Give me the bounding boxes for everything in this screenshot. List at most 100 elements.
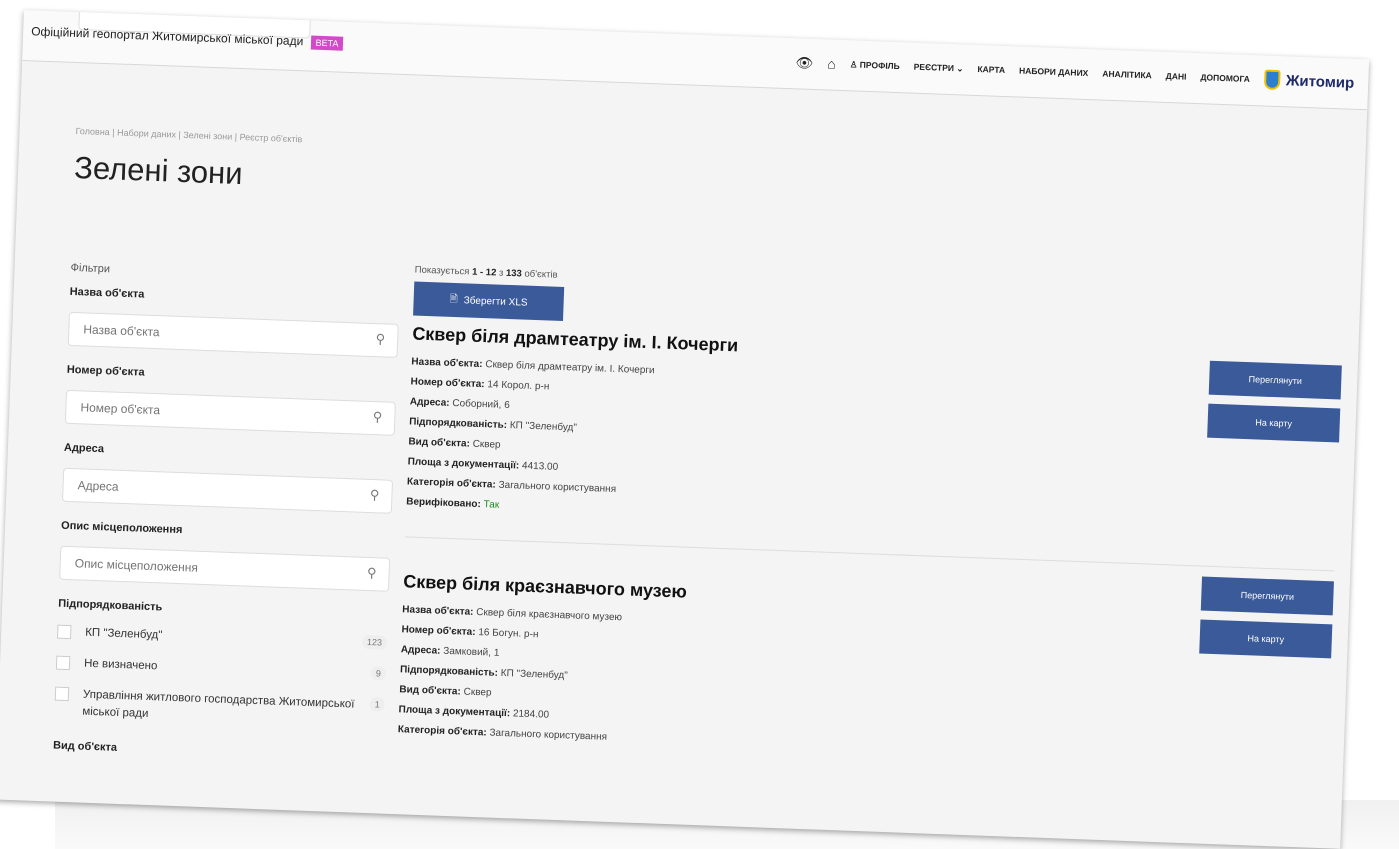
result-item: Сквер біля драмтеатру ім. І. Кочерги Пер… bbox=[405, 323, 1342, 568]
field-value: Сквер біля драмтеатру ім. І. Кочерги bbox=[485, 359, 655, 377]
showing-suffix: об'єктів bbox=[524, 268, 558, 281]
filter-address-label: Адреса bbox=[63, 441, 105, 456]
field-value: 4413.00 bbox=[521, 460, 559, 473]
nav-profile-label: ПРОФІЛЬ bbox=[859, 59, 900, 71]
filter-name-input[interactable] bbox=[68, 312, 346, 355]
browser-page: Офіційний геопортал Житомирської міської… bbox=[0, 10, 1370, 849]
showing-of: з bbox=[498, 267, 504, 279]
field-value: КП "Зеленбуд" bbox=[509, 420, 578, 434]
field-key: Підпорядкованість: bbox=[399, 664, 499, 679]
nav-data[interactable]: ДАНІ bbox=[1166, 71, 1187, 82]
file-icon: 🗎 bbox=[449, 293, 458, 305]
page-title: Зелені зони bbox=[73, 149, 244, 192]
field-value: 16 Богун. р-н bbox=[478, 627, 539, 641]
city-logo[interactable]: Житомир bbox=[1263, 69, 1355, 92]
filters-panel: Фільтри Назва об'єкта ⚲ Номер об'єкта ⚲ … bbox=[52, 262, 400, 778]
field-key: Вид об'єкта: bbox=[408, 436, 471, 450]
subordination-option[interactable]: Управління житлового господарства Житоми… bbox=[54, 686, 386, 732]
nav-profile[interactable]: ♙ ПРОФІЛЬ bbox=[850, 59, 900, 72]
option-count: 123 bbox=[361, 634, 388, 650]
user-icon: ♙ bbox=[849, 58, 858, 70]
field-value: КП "Зеленбуд" bbox=[500, 667, 568, 682]
breadcrumb[interactable]: Головна | Набори даних | Зелені зони | Р… bbox=[75, 126, 302, 144]
show-on-map-button[interactable]: На карту bbox=[1199, 619, 1333, 659]
verified-value: Так bbox=[483, 499, 500, 511]
field-value: Загального користування bbox=[489, 727, 608, 743]
search-icon[interactable]: ⚲ bbox=[370, 487, 380, 503]
field-value: Сквер біля краєзнавчого музею bbox=[476, 606, 623, 624]
filter-number-label: Номер об'єкта bbox=[66, 363, 145, 379]
field-key: Площа з документації: bbox=[407, 456, 520, 472]
field-key: Верифіковано: bbox=[406, 496, 481, 511]
save-xls-button[interactable]: 🗎 Зберегти XLS bbox=[413, 281, 565, 321]
field-key: Вид об'єкта: bbox=[399, 684, 461, 698]
field-value: Сквер bbox=[472, 438, 501, 451]
field-key: Підпорядкованість: bbox=[408, 416, 508, 431]
save-xls-label: Зберегти XLS bbox=[463, 294, 528, 309]
nav-analytics[interactable]: АНАЛІТИКА bbox=[1102, 69, 1152, 81]
field-key: Категорія об'єкта: bbox=[406, 476, 496, 491]
field-key: Назва об'єкта: bbox=[402, 604, 474, 618]
field-key: Адреса: bbox=[400, 644, 441, 657]
coat-of-arms-icon bbox=[1263, 69, 1281, 91]
field-value: Загального користування bbox=[498, 479, 617, 496]
beta-badge: BETA bbox=[310, 35, 344, 51]
logo-text: Житомир bbox=[1285, 71, 1355, 92]
eye-icon[interactable]: 👁 bbox=[795, 54, 813, 72]
search-icon[interactable]: ⚲ bbox=[367, 565, 377, 581]
results-panel: Показується 1 - 12 з 133 об'єктів 🗎 Збер… bbox=[397, 264, 1345, 796]
show-on-map-button[interactable]: На карту bbox=[1207, 403, 1341, 443]
option-label: Не визначено bbox=[83, 657, 158, 673]
filter-number-input[interactable] bbox=[65, 390, 343, 433]
result-item: Сквер біля краєзнавчого музею Переглянут… bbox=[397, 571, 1334, 796]
search-icon[interactable]: ⚲ bbox=[375, 331, 385, 347]
filter-address-input[interactable] bbox=[63, 468, 341, 511]
result-actions: Переглянути На карту bbox=[1199, 576, 1334, 659]
showing-prefix: Показується bbox=[414, 264, 470, 278]
field-key: Категорія об'єкта: bbox=[397, 724, 487, 739]
option-count: 9 bbox=[370, 666, 387, 681]
checkbox[interactable] bbox=[56, 624, 72, 640]
filter-address-field: ⚲ bbox=[62, 467, 394, 514]
filter-location-label: Опис місцеположення bbox=[60, 519, 183, 537]
nav-datasets[interactable]: НАБОРИ ДАНИХ bbox=[1019, 66, 1089, 79]
field-value: Сквер bbox=[463, 686, 492, 699]
field-key: Номер об'єкта: bbox=[410, 376, 485, 391]
checkbox[interactable] bbox=[54, 686, 70, 702]
view-button[interactable]: Переглянути bbox=[1208, 360, 1342, 400]
subordination-option[interactable]: КП "Зеленбуд" 123 bbox=[56, 624, 388, 653]
checkbox[interactable] bbox=[55, 655, 71, 671]
filter-number-field: ⚲ bbox=[64, 389, 396, 436]
field-key: Адреса: bbox=[409, 396, 450, 409]
field-key: Назва об'єкта: bbox=[411, 356, 483, 371]
option-label: КП "Зеленбуд" bbox=[85, 626, 163, 642]
filter-name-field: ⚲ bbox=[67, 311, 399, 358]
screenshot-stage: Офіційний геопортал Житомирської міської… bbox=[0, 0, 1399, 849]
nav-registries[interactable]: РЕЄСТРИ ⌄ bbox=[914, 61, 964, 74]
search-icon[interactable]: ⚲ bbox=[372, 409, 383, 425]
field-value: 14 Корол. р-н bbox=[487, 379, 550, 393]
option-count: 1 bbox=[369, 697, 386, 712]
showing-total: 133 bbox=[505, 267, 523, 280]
showing-range: 1 - 12 bbox=[471, 266, 497, 279]
filter-name-label: Назва об'єкта bbox=[69, 285, 145, 301]
field-key: Номер об'єкта: bbox=[401, 624, 476, 638]
main-nav: 👁 ⌂ ♙ ПРОФІЛЬ РЕЄСТРИ ⌄ КАРТА НАБОРИ ДАН… bbox=[795, 52, 1354, 92]
nav-help[interactable]: ДОПОМОГА bbox=[1200, 72, 1250, 84]
field-value: Замковий, 1 bbox=[443, 645, 500, 659]
filter-type-label: Вид об'єкта bbox=[52, 739, 118, 754]
filters-caption: Фільтри bbox=[70, 261, 111, 276]
field-value: Соборний, 6 bbox=[452, 397, 510, 412]
result-actions: Переглянути На карту bbox=[1207, 360, 1342, 443]
view-button[interactable]: Переглянути bbox=[1200, 576, 1334, 616]
field-value: 2184.00 bbox=[512, 708, 550, 721]
filter-location-input[interactable] bbox=[60, 546, 338, 589]
field-key: Площа з документації: bbox=[398, 704, 511, 720]
nav-map[interactable]: КАРТА bbox=[977, 64, 1005, 75]
filter-location-field: ⚲ bbox=[59, 545, 391, 592]
filter-subordination-label: Підпорядкованість bbox=[58, 597, 163, 614]
home-icon[interactable]: ⌂ bbox=[827, 55, 836, 71]
top-bar: Офіційний геопортал Житомирської міської… bbox=[22, 10, 1370, 111]
subordination-option[interactable]: Не визначено 9 bbox=[55, 655, 387, 684]
option-label: Управління житлового господарства Житоми… bbox=[82, 688, 355, 721]
